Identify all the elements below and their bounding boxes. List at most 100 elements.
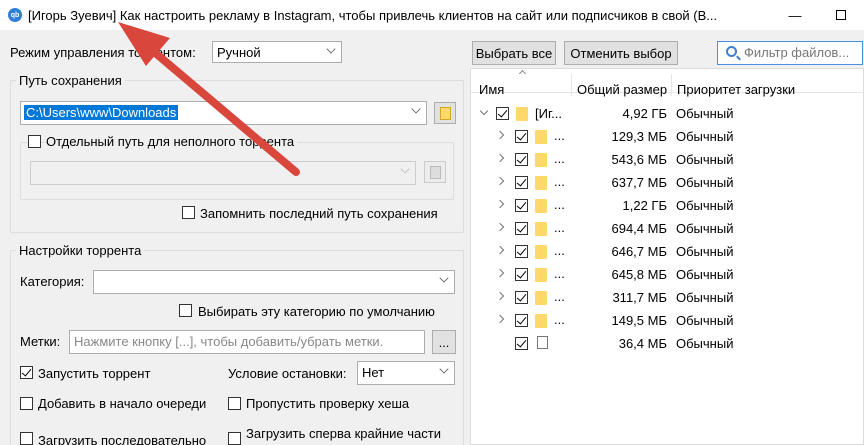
save-path-input[interactable]: C:\Users\www\Downloads [20,101,427,125]
skip-hash-label: Пропустить проверку хеша [246,396,410,411]
browse-folder-button[interactable] [434,102,456,124]
file-priority: Обычный [676,129,734,144]
default-category-checkbox[interactable] [179,304,192,317]
file-size: 36,4 МБ [618,336,667,351]
chevron-right-icon[interactable] [495,222,505,232]
file-name: ... [554,220,565,235]
file-checkbox[interactable] [496,107,509,120]
category-label: Категория: [20,274,85,289]
file-checkbox[interactable] [515,337,528,350]
tree-row[interactable]: ... 543,6 МБ Обычный [471,149,864,172]
torrent-mode-label: Режим управления торрентом: [10,45,196,60]
chevron-right-icon[interactable] [495,291,505,301]
category-select[interactable] [93,270,455,294]
tags-input[interactable]: Нажмите кнопку [...], чтобы добавить/убр… [69,330,425,354]
file-size: 637,7 МБ [611,175,667,190]
folder-icon [535,130,547,144]
tree-row[interactable]: ... 311,7 МБ Обычный [471,287,864,310]
file-checkbox[interactable] [515,291,528,304]
file-checkbox[interactable] [515,176,528,189]
tree-row[interactable]: ... 129,3 МБ Обычный [471,126,864,149]
tree-row[interactable]: ... 694,4 МБ Обычный [471,218,864,241]
file-filter-input[interactable]: Фильтр файлов... [717,41,863,65]
stop-condition-select[interactable]: Нет [357,361,455,385]
file-checkbox[interactable] [515,130,528,143]
folder-icon [535,153,547,167]
add-top-queue-label: Добавить в начало очереди [38,396,207,411]
file-tree[interactable]: Имя Общий размер Приоритет загрузки [Иг.… [470,68,864,445]
incomplete-path-label: Отдельный путь для неполного торрента [46,134,298,149]
chevron-right-icon[interactable] [495,245,505,255]
file-name: ... [554,174,565,189]
folder-icon [430,166,441,179]
file-name: [Иг... [535,106,562,121]
tree-row[interactable]: ... 645,8 МБ Обычный [471,264,864,287]
sequential-checkbox[interactable] [20,432,33,445]
add-top-queue-checkbox[interactable] [20,397,33,410]
file-checkbox[interactable] [515,199,528,212]
torrent-settings-group-title: Настройки торрента [16,243,145,258]
skip-hash-checkbox[interactable] [228,397,241,410]
start-torrent-checkbox[interactable] [20,366,33,379]
chevron-right-icon[interactable] [495,199,505,209]
torrent-mode-value: Ручной [217,45,261,60]
file-name: ... [554,197,565,212]
folder-icon [535,222,547,236]
first-last-checkbox[interactable] [228,432,241,445]
tree-row[interactable]: 36,4 МБ Обычный [471,333,864,356]
folder-icon [535,291,547,305]
tree-row[interactable]: ... 1,22 ГБ Обычный [471,195,864,218]
deselect-button[interactable]: Отменить выбор [564,41,678,65]
file-priority: Обычный [676,244,734,259]
file-tree-header: Имя Общий размер Приоритет загрузки [471,69,864,97]
chevron-down-icon[interactable] [479,106,489,116]
chevron-down-icon [439,364,449,374]
chevron-down-icon [400,164,410,174]
tree-row-root[interactable]: [Иг... 4,92 ГБ Обычный [471,103,864,126]
select-all-button[interactable]: Выбрать все [472,41,556,65]
start-torrent-label: Запустить торрент [38,366,151,381]
file-size: 694,4 МБ [611,221,667,236]
column-name-header[interactable]: Имя [479,82,504,97]
file-priority: Обычный [676,313,734,328]
file-priority: Обычный [676,290,734,305]
file-priority: Обычный [676,267,734,282]
chevron-right-icon[interactable] [495,314,505,324]
file-checkbox[interactable] [515,314,528,327]
file-checkbox[interactable] [515,222,528,235]
file-size: 646,7 МБ [611,244,667,259]
save-path-group-title: Путь сохранения [16,73,125,88]
tags-placeholder: Нажмите кнопку [...], чтобы добавить/убр… [74,334,384,349]
stop-condition-label: Условие остановки: [228,366,347,381]
file-checkbox[interactable] [515,153,528,166]
column-priority-header[interactable]: Приоритет загрузки [677,82,795,97]
remember-path-label: Запомнить последний путь сохранения [200,206,438,221]
incomplete-path-input[interactable] [30,161,416,185]
browse-incomplete-folder-button[interactable] [424,161,446,183]
tree-row[interactable]: ... 637,7 МБ Обычный [471,172,864,195]
maximize-icon [836,10,846,20]
torrent-mode-select[interactable]: Ручной [212,41,342,63]
tree-row[interactable]: ... 149,5 МБ Обычный [471,310,864,333]
folder-icon [516,107,528,121]
file-name: ... [554,128,565,143]
file-size: 311,7 МБ [612,290,667,305]
incomplete-path-checkbox[interactable] [28,135,41,148]
chevron-right-icon[interactable] [495,130,505,140]
file-checkbox[interactable] [515,245,528,258]
column-size-header[interactable]: Общий размер [577,82,667,97]
tree-row[interactable]: ... 646,7 МБ Обычный [471,241,864,264]
chevron-right-icon[interactable] [495,153,505,163]
file-priority: Обычный [676,106,734,121]
file-priority: Обычный [676,336,734,351]
remember-path-checkbox[interactable] [182,206,195,219]
minimize-button[interactable]: — [772,0,818,30]
folder-icon [440,107,451,120]
chevron-right-icon[interactable] [495,268,505,278]
edit-tags-button[interactable]: ... [432,330,456,354]
file-size: 543,6 МБ [611,152,667,167]
file-name: ... [554,266,565,281]
file-checkbox[interactable] [515,268,528,281]
maximize-button[interactable] [818,0,864,30]
chevron-right-icon[interactable] [495,176,505,186]
